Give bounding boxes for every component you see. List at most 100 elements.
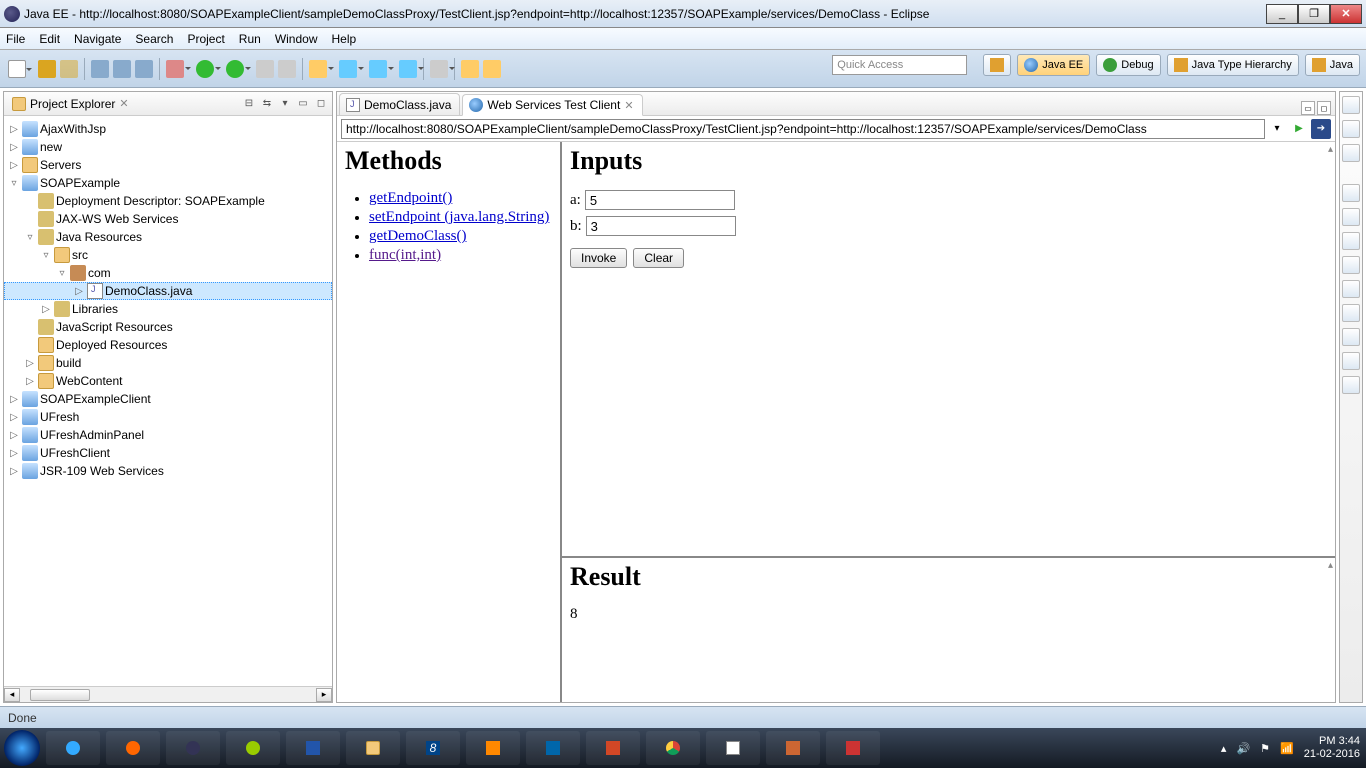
tree-row[interactable]: ▷WebContent <box>4 372 332 390</box>
close-tab-icon[interactable]: ✕ <box>624 99 633 112</box>
tree-row[interactable]: ▷DemoClass.java <box>4 282 332 300</box>
console-view-button[interactable] <box>1342 328 1360 346</box>
expander-icon[interactable]: ▷ <box>24 376 36 387</box>
url-input[interactable] <box>341 119 1265 139</box>
menu-help[interactable]: Help <box>332 32 357 46</box>
scroll-left-button[interactable]: ◂ <box>4 688 20 702</box>
menu-navigate[interactable]: Navigate <box>74 32 121 46</box>
url-dropdown-button[interactable]: ▾ <box>1267 119 1287 139</box>
menu-search[interactable]: Search <box>135 32 173 46</box>
method-get-endpoint[interactable]: getEndpoint() <box>369 190 452 206</box>
invoke-button[interactable]: Invoke <box>570 248 627 268</box>
back-button[interactable] <box>461 60 479 78</box>
taskbar-snipping-tool[interactable] <box>826 731 880 765</box>
minimize-view-button[interactable]: ▭ <box>296 97 310 111</box>
taskbar-android-studio[interactable] <box>226 731 280 765</box>
tree-row[interactable]: ▷UFreshClient <box>4 444 332 462</box>
taskbar-javaee[interactable] <box>766 731 820 765</box>
expander-icon[interactable]: ▷ <box>8 394 20 405</box>
expander-icon[interactable]: ▷ <box>8 142 20 153</box>
minimize-editor-button[interactable]: ▭ <box>1301 101 1315 115</box>
outline-view-button[interactable] <box>1342 120 1360 138</box>
tool-button[interactable] <box>369 60 387 78</box>
open-perspective-button[interactable] <box>983 54 1011 76</box>
project-tree[interactable]: ▷AjaxWithJsp▷new▷Servers▿SOAPExample Dep… <box>4 116 332 686</box>
clear-button[interactable]: Clear <box>633 248 684 268</box>
browser-menu-button[interactable]: ➔ <box>1311 119 1331 139</box>
method-get-democlass[interactable]: getDemoClass() <box>369 228 466 244</box>
expander-icon[interactable]: ▷ <box>24 358 36 369</box>
tree-row[interactable]: ▷Servers <box>4 156 332 174</box>
expander-icon[interactable]: ▷ <box>8 430 20 441</box>
perspective-debug[interactable]: Debug <box>1096 54 1160 76</box>
misc-view-button[interactable] <box>1342 352 1360 370</box>
taskbar-firefox[interactable] <box>106 731 160 765</box>
tree-row[interactable]: Deployment Descriptor: SOAPExample <box>4 192 332 210</box>
tab-web-services-test-client[interactable]: Web Services Test Client ✕ <box>462 94 642 116</box>
expander-icon[interactable]: ▷ <box>40 304 52 315</box>
close-button[interactable]: ✕ <box>1330 4 1362 24</box>
servers-view-button[interactable] <box>1342 256 1360 274</box>
expander-icon[interactable]: ▿ <box>24 232 36 243</box>
scroll-up-icon[interactable]: ▴ <box>1328 560 1333 571</box>
expander-icon[interactable]: ▷ <box>73 286 85 297</box>
expander-icon[interactable]: ▷ <box>8 160 20 171</box>
search-button[interactable] <box>430 60 448 78</box>
menu-run[interactable]: Run <box>239 32 261 46</box>
input-a-field[interactable] <box>585 190 735 210</box>
debug-button[interactable] <box>166 60 184 78</box>
tray-network-icon[interactable]: 📶 <box>1280 742 1294 755</box>
menu-project[interactable]: Project <box>187 32 224 46</box>
menu-edit[interactable]: Edit <box>39 32 60 46</box>
method-func[interactable]: func(int,int) <box>369 247 441 263</box>
tool-button[interactable] <box>113 60 131 78</box>
run-button[interactable] <box>196 60 214 78</box>
tree-row[interactable]: ▷JSR-109 Web Services <box>4 462 332 480</box>
tray-volume-icon[interactable]: 🔊 <box>1236 742 1250 755</box>
misc-view-button[interactable] <box>1342 376 1360 394</box>
run-last-button[interactable] <box>226 60 244 78</box>
tool-button[interactable] <box>278 60 296 78</box>
tool-button[interactable] <box>91 60 109 78</box>
tab-democlass[interactable]: DemoClass.java <box>339 93 460 115</box>
expander-icon[interactable]: ▿ <box>40 250 52 261</box>
markers-view-button[interactable] <box>1342 208 1360 226</box>
restore-view-button[interactable] <box>1342 184 1360 202</box>
tree-row[interactable]: ▷Libraries <box>4 300 332 318</box>
expander-icon[interactable]: ▿ <box>8 178 20 189</box>
menu-file[interactable]: File <box>6 32 25 46</box>
go-button[interactable]: ▶ <box>1289 119 1309 139</box>
tray-flag-icon[interactable]: ⚑ <box>1260 742 1270 755</box>
maximize-button[interactable]: ❐ <box>1298 4 1330 24</box>
tree-row[interactable]: ▷AjaxWithJsp <box>4 120 332 138</box>
taskbar-chrome[interactable] <box>646 731 700 765</box>
taskbar-notepad[interactable] <box>706 731 760 765</box>
input-b-field[interactable] <box>586 216 736 236</box>
tree-row[interactable]: ▷new <box>4 138 332 156</box>
tool-button[interactable] <box>256 60 274 78</box>
tool-button[interactable] <box>339 60 357 78</box>
restore-view-button[interactable] <box>1342 96 1360 114</box>
tree-row[interactable]: ▷SOAPExampleClient <box>4 390 332 408</box>
taskbar-powerpoint[interactable] <box>586 731 640 765</box>
tree-row[interactable]: JavaScript Resources <box>4 318 332 336</box>
maximize-editor-button[interactable]: ◻ <box>1317 101 1331 115</box>
horizontal-scrollbar[interactable]: ◂ ▸ <box>4 686 332 702</box>
taskbar-ie[interactable] <box>46 731 100 765</box>
taskbar-app[interactable] <box>286 731 340 765</box>
tree-row[interactable]: ▷build <box>4 354 332 372</box>
save-button[interactable] <box>38 60 56 78</box>
expander-icon[interactable]: ▷ <box>8 466 20 477</box>
tasklist-view-button[interactable] <box>1342 144 1360 162</box>
new-button[interactable] <box>8 60 26 78</box>
tree-row[interactable]: ▿com <box>4 264 332 282</box>
tool-button[interactable] <box>399 60 417 78</box>
method-set-endpoint[interactable]: setEndpoint (java.lang.String) <box>369 209 549 225</box>
snippets-view-button[interactable] <box>1342 304 1360 322</box>
tree-row[interactable]: Deployed Resources <box>4 336 332 354</box>
new-server-button[interactable] <box>309 60 327 78</box>
link-editor-button[interactable]: ⇆ <box>260 97 274 111</box>
scroll-right-button[interactable]: ▸ <box>316 688 332 702</box>
expander-icon[interactable]: ▷ <box>8 448 20 459</box>
properties-view-button[interactable] <box>1342 232 1360 250</box>
